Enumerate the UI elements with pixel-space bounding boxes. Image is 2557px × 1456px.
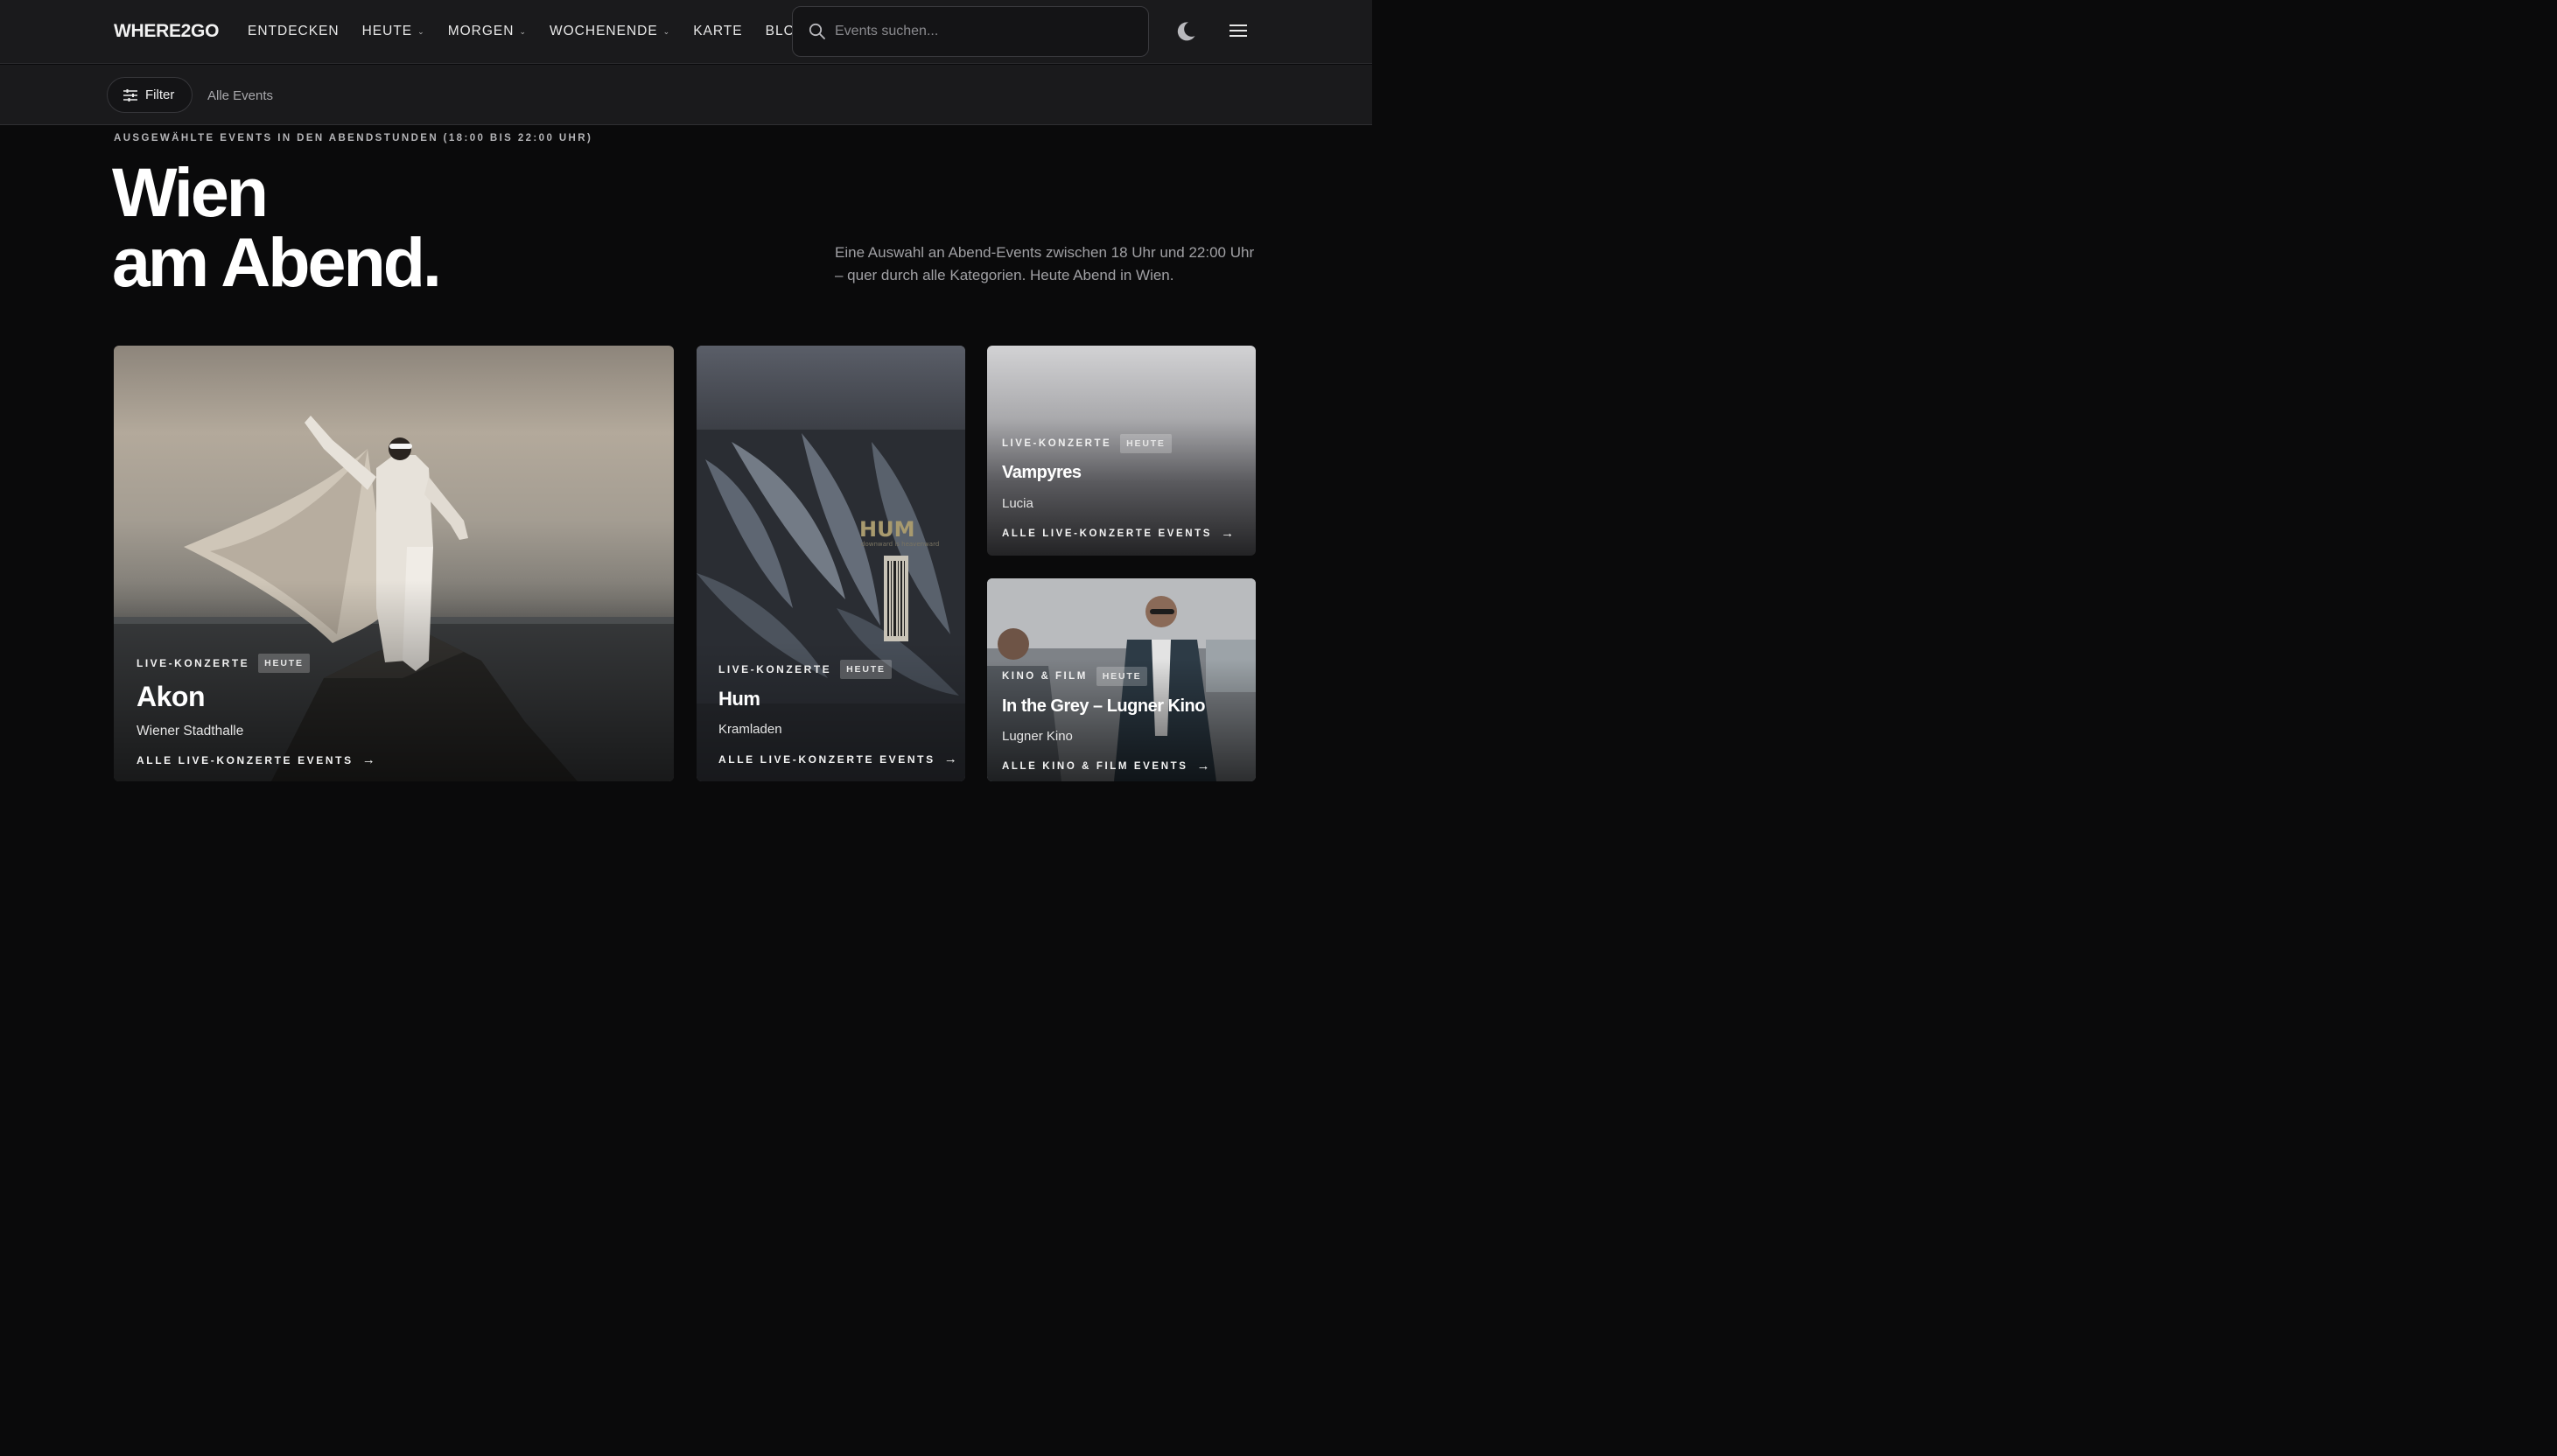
search-box[interactable] (792, 6, 1149, 57)
arrow-right-icon: → (1196, 759, 1210, 774)
headline-line-1: Wien (112, 153, 269, 231)
hamburger-menu-icon[interactable] (1229, 23, 1247, 38)
card-category: LIVE-KONZERTE (137, 657, 250, 669)
status-badge: HEUTE (1120, 434, 1172, 453)
card-meta: KINO & FILM HEUTE (1002, 667, 1148, 686)
category-link-label: ALLE LIVE-KONZERTE EVENTS (718, 752, 935, 766)
nav-label: ENTDECKEN (248, 24, 340, 38)
chevron-down-icon: ⌄ (417, 26, 425, 36)
card-venue: Lucia (1002, 496, 1033, 511)
category-link-label: ALLE LIVE-KONZERTE EVENTS (137, 753, 354, 766)
card-venue: Lugner Kino (1002, 729, 1073, 744)
filter-bar: Filter Alle Events (0, 65, 1372, 125)
search-icon (809, 23, 825, 39)
hero-intro: Eine Auswahl an Abend-Events zwischen 18… (835, 244, 1255, 284)
nav-item-karte[interactable]: KARTE (693, 24, 742, 39)
card-category: LIVE-KONZERTE (1002, 438, 1112, 449)
card-title: Akon (137, 681, 206, 712)
nav-item-wochenende[interactable]: WOCHENENDE ⌄ (550, 24, 670, 39)
filter-label: Filter (145, 88, 175, 102)
card-title: Vampyres (1002, 463, 1082, 482)
site-logo[interactable]: WHERE2GO (114, 21, 219, 42)
nav-label: KARTE (693, 24, 743, 38)
arrow-right-icon: → (361, 752, 375, 767)
category-link[interactable]: ALLE LIVE-KONZERTE EVENTS → (137, 752, 375, 767)
category-link[interactable]: ALLE KINO & FILM EVENTS → (1002, 759, 1210, 774)
nav-label: WOCHENENDE (550, 24, 658, 38)
card-category: KINO & FILM (1002, 671, 1088, 682)
card-venue: Kramladen (718, 722, 782, 737)
page-title: Wien am Abend. (112, 153, 442, 301)
cover-text: HUM (859, 517, 914, 542)
headline-line-2: am Abend. (112, 223, 442, 301)
chevron-down-icon: ⌄ (662, 26, 671, 36)
top-navigation-bar: WHERE2GO ENTDECKEN HEUTE ⌄ MORGEN ⌄ WOCHEN… (0, 0, 1372, 64)
card-meta: LIVE-KONZERTE HEUTE (137, 654, 310, 673)
card-title: In the Grey – Lugner Kino (1002, 696, 1205, 716)
status-badge: HEUTE (840, 660, 892, 679)
nav-item-morgen[interactable]: MORGEN ⌄ (448, 24, 527, 39)
nav-item-entdecken[interactable]: ENTDECKEN (248, 24, 340, 39)
category-link[interactable]: ALLE LIVE-KONZERTE EVENTS → (1002, 526, 1234, 541)
moon-icon[interactable] (1173, 19, 1198, 44)
all-events-link[interactable]: Alle Events (207, 88, 273, 103)
arrow-right-icon: → (943, 752, 957, 766)
card-title: Hum (718, 688, 760, 710)
event-card-in-the-grey[interactable]: KINO & FILM HEUTE In the Grey – Lugner K… (987, 578, 1256, 781)
arrow-right-icon: → (1221, 526, 1235, 541)
hero-eyebrow: AUSGEWÄHLTE EVENTS IN DEN ABENDSTUNDEN (… (114, 133, 593, 144)
status-badge: HEUTE (258, 654, 310, 673)
event-card-akon[interactable]: LIVE-KONZERTE HEUTE Akon Wiener Stadthal… (114, 346, 674, 781)
event-card-vampyres[interactable]: LIVE-KONZERTE HEUTE Vampyres Lucia ALLE … (987, 346, 1256, 556)
sliders-icon (123, 88, 137, 102)
nav-label: HEUTE (361, 24, 413, 38)
card-category: LIVE-KONZERTE (718, 663, 832, 676)
category-link[interactable]: ALLE LIVE-KONZERTE EVENTS → (718, 752, 957, 766)
status-badge: HEUTE (1096, 667, 1148, 686)
search-input[interactable] (835, 21, 1132, 42)
card-meta: LIVE-KONZERTE HEUTE (718, 660, 892, 679)
card-meta: LIVE-KONZERTE HEUTE (1002, 434, 1172, 453)
category-link-label: ALLE KINO & FILM EVENTS (1002, 760, 1188, 772)
event-card-hum[interactable]: HUM downward is heavenward LIVE-KONZERTE… (697, 346, 965, 781)
main-nav: ENTDECKEN HEUTE ⌄ MORGEN ⌄ WOCHENENDE ⌄ KAR… (248, 24, 830, 39)
cover-subtitle: downward is heavenward (861, 541, 939, 548)
nav-label: MORGEN (447, 24, 515, 38)
category-link-label: ALLE LIVE-KONZERTE EVENTS (1002, 528, 1213, 539)
nav-item-heute[interactable]: HEUTE ⌄ (362, 24, 425, 39)
card-venue: Wiener Stadthalle (137, 724, 244, 738)
chevron-down-icon: ⌄ (519, 26, 527, 36)
filter-button[interactable]: Filter (107, 77, 193, 113)
